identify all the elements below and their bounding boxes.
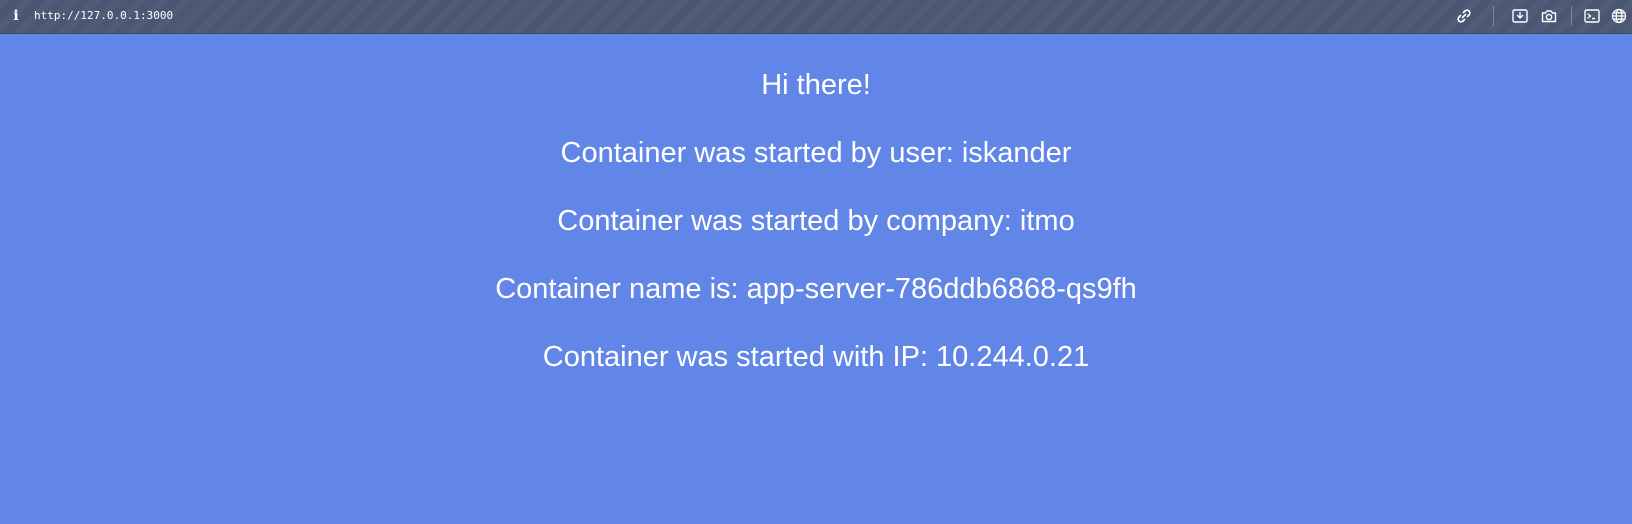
url-address[interactable]: http://127.0.0.1:3000 xyxy=(34,9,173,23)
save-page-icon[interactable] xyxy=(1511,7,1529,25)
greeting-text: Hi there! xyxy=(761,69,871,101)
browser-toolbar: i http://127.0.0.1:3000 xyxy=(0,0,1632,34)
container-name-text: Container name is: app-server-786ddb6868… xyxy=(495,273,1137,305)
console-icon[interactable] xyxy=(1583,7,1601,25)
toolbar-divider xyxy=(1493,6,1494,26)
page-content: Hi there! Container was started by user:… xyxy=(0,34,1632,524)
link-icon[interactable] xyxy=(1455,7,1473,25)
info-icon[interactable]: i xyxy=(10,7,22,25)
globe-icon[interactable] xyxy=(1610,7,1628,25)
screenshot-icon[interactable] xyxy=(1540,7,1558,25)
container-ip-text: Container was started with IP: 10.244.0.… xyxy=(542,341,1090,373)
user-info-text: Container was started by user: iskander xyxy=(560,137,1072,169)
company-info-text: Container was started by company: itmo xyxy=(557,205,1075,237)
toolbar-divider xyxy=(1571,6,1572,26)
